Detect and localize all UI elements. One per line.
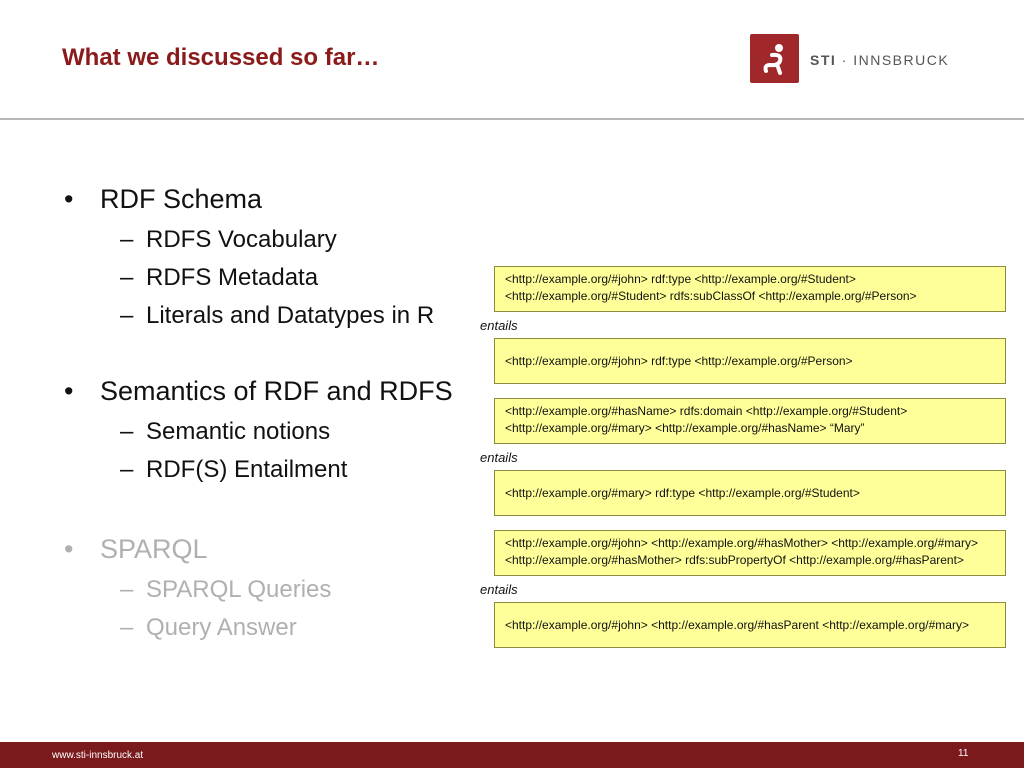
triple-line: <http://example.org/#hasMother> rdfs:sub… (505, 553, 964, 567)
sub-bullet-rdfs-metadata: RDFS Metadata (146, 264, 319, 291)
sub-bullet-mark: – (120, 226, 134, 253)
entailment-figure: <http://example.org/#john> rdf:type <htt… (478, 260, 1014, 652)
triple-line: <http://example.org/#john> rdf:type <htt… (505, 272, 856, 286)
entails-label: entails (480, 582, 518, 597)
slide-title: What we discussed so far… (62, 44, 380, 71)
triple-line: <http://example.org/#hasName> rdfs:domai… (505, 404, 908, 418)
sub-bullet-rdfs-vocabulary: RDFS Vocabulary (146, 226, 337, 253)
logo-name: INNSBRUCK (853, 52, 950, 68)
triple-line: <http://example.org/#john> <http://examp… (505, 536, 978, 550)
sub-bullet-mark: – (120, 456, 134, 483)
footer-bar: www.sti-innsbruck.at 11 (0, 742, 1024, 768)
sti-innsbruck-logo: STI · INNSBRUCK (750, 34, 960, 84)
sub-bullet-mark: – (120, 418, 134, 445)
triple-box: <http://example.org/#john> <http://examp… (494, 530, 1006, 576)
bullet-mark: • (64, 534, 74, 564)
triple-box: <http://example.org/#mary> rdf:type <htt… (494, 470, 1006, 516)
triple-line: <http://example.org/#mary> <http://examp… (505, 421, 865, 435)
sub-bullet-literals-datatypes: Literals and Datatypes in R (146, 302, 435, 329)
triple-box: <http://example.org/#john> rdf:type <htt… (494, 266, 1006, 312)
logo-mark-icon (750, 34, 799, 83)
sub-bullet-mark: – (120, 614, 134, 641)
sub-bullet-sparql-queries: SPARQL Queries (146, 576, 332, 603)
sub-bullet-mark: – (120, 576, 134, 603)
sub-bullet-mark: – (120, 264, 134, 291)
sub-bullet-mark: – (120, 302, 134, 329)
bullet-rdf-schema: RDF Schema (100, 184, 263, 214)
entails-label: entails (480, 318, 518, 333)
triple-line: <http://example.org/#john> <http://examp… (505, 618, 969, 632)
bullet-mark: • (64, 184, 74, 214)
bullet-sparql: SPARQL (100, 534, 208, 564)
sub-bullet-entailment: RDF(S) Entailment (146, 456, 348, 483)
triple-box: <http://example.org/#hasName> rdfs:domai… (494, 398, 1006, 444)
bullet-semantics: Semantics of RDF and RDFS (100, 376, 453, 406)
triple-box: <http://example.org/#john> rdf:type <htt… (494, 338, 1006, 384)
header-divider (0, 118, 1024, 120)
triple-line: <http://example.org/#mary> rdf:type <htt… (505, 486, 860, 500)
entails-label: entails (480, 450, 518, 465)
sub-bullet-semantic-notions: Semantic notions (146, 418, 331, 445)
footer-url: www.sti-innsbruck.at (52, 750, 144, 761)
triple-line: <http://example.org/#Student> rdfs:subCl… (505, 289, 917, 303)
triple-line: <http://example.org/#john> rdf:type <htt… (505, 354, 853, 368)
logo-brand: STI (810, 52, 837, 68)
bullet-mark: • (64, 376, 74, 406)
triple-box: <http://example.org/#john> <http://examp… (494, 602, 1006, 648)
page-number: 11 (958, 748, 969, 759)
sub-bullet-query-answer: Query Answer (146, 614, 297, 641)
logo-separator: · (841, 52, 848, 68)
logo-text: STI · INNSBRUCK (810, 52, 949, 68)
